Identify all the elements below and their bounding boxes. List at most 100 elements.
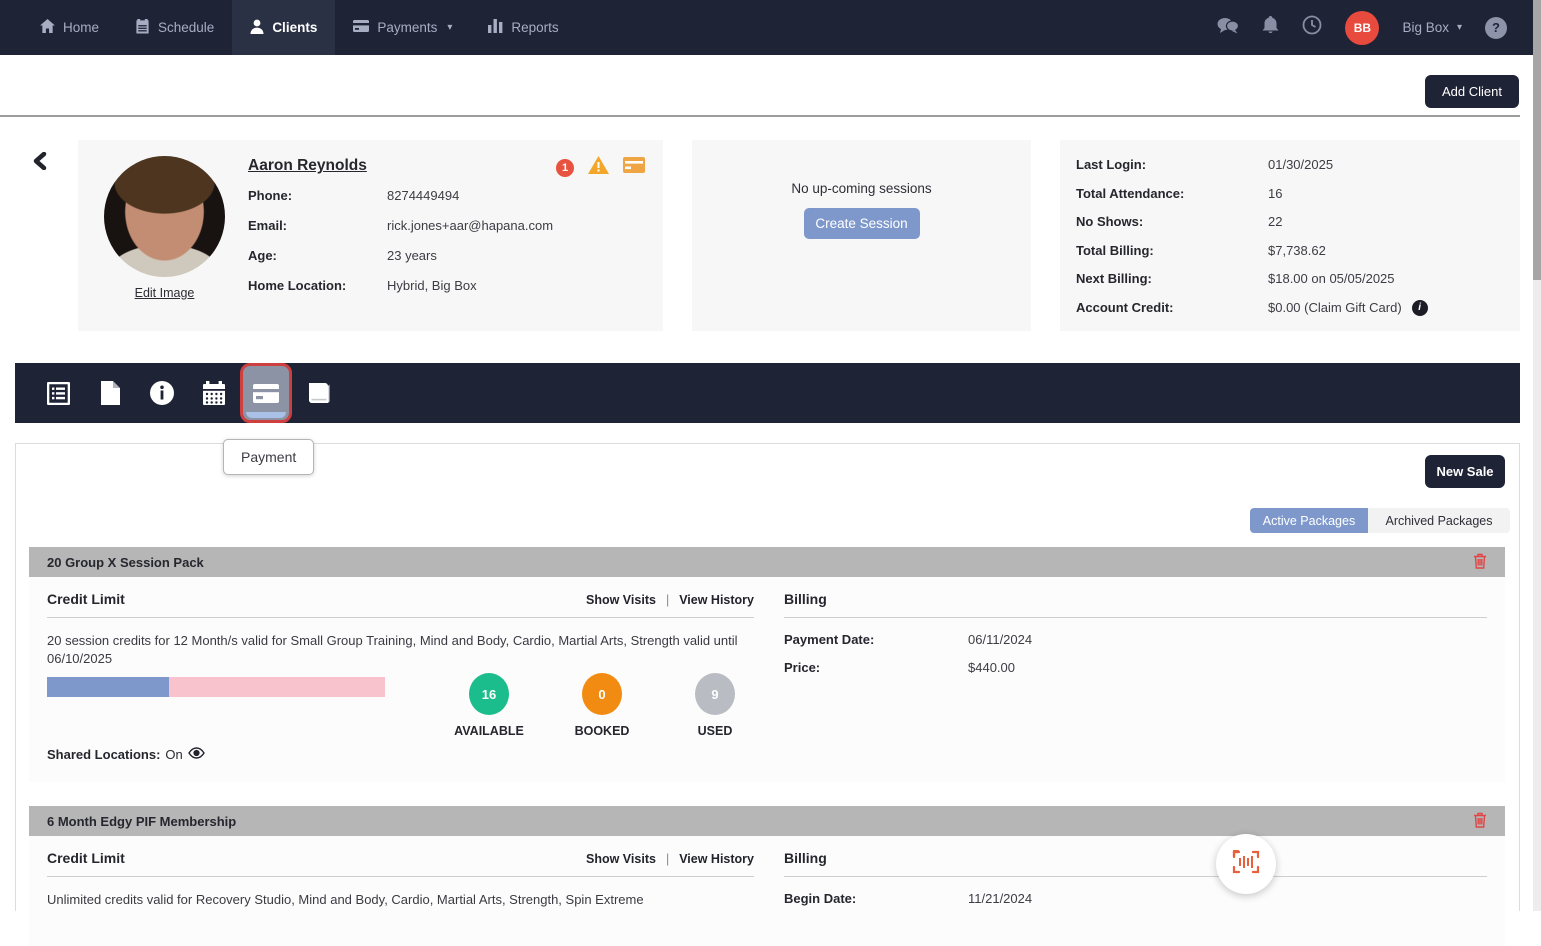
main-nav: Home Schedule Clients Payments ▾ Reports	[0, 0, 577, 55]
show-visits-link[interactable]: Show Visits	[586, 852, 656, 866]
notifications-icon[interactable]	[1262, 16, 1279, 40]
tab-payment-icon[interactable]	[240, 363, 292, 423]
stat-last-login: Last Login: 01/30/2025	[1076, 157, 1504, 172]
account-name-label: Big Box	[1402, 20, 1449, 35]
counter-booked: 0 BOOKED	[564, 673, 640, 738]
view-history-link[interactable]: View History	[679, 593, 754, 607]
billing-title: Billing	[784, 850, 827, 866]
delete-package-button[interactable]	[1473, 553, 1487, 572]
payments-icon	[353, 20, 369, 35]
nav-label: Home	[63, 20, 99, 35]
package-header: 6 Month Edgy PIF Membership	[29, 806, 1505, 836]
links-separator: |	[666, 852, 669, 866]
trash-icon	[1473, 812, 1487, 831]
package-title: 6 Month Edgy PIF Membership	[47, 814, 236, 829]
nav-item-clients[interactable]: Clients	[232, 0, 335, 55]
tab-notes-icon[interactable]	[84, 363, 136, 423]
upcoming-sessions-card: No up-coming sessions Create Session	[692, 140, 1031, 331]
package-card-group-x: 20 Group X Session Pack Credit Limit Sho…	[29, 547, 1505, 782]
field-phone: Phone: 8274449494	[248, 188, 553, 203]
counter-used: 9 USED	[677, 673, 753, 738]
shared-locations-row: Shared Locations: On	[47, 747, 205, 762]
show-visits-link[interactable]: Show Visits	[586, 593, 656, 607]
header-divider	[0, 115, 1520, 117]
billing-payment-date: Payment Date: 06/11/2024	[784, 632, 1032, 647]
credits-progress-fill	[47, 677, 169, 697]
scrollbar-thumb[interactable]	[1533, 0, 1541, 280]
back-button[interactable]	[28, 150, 52, 174]
reports-icon	[488, 19, 503, 36]
field-home-location: Home Location: Hybrid, Big Box	[248, 278, 553, 293]
barcode-scan-button[interactable]	[1216, 834, 1276, 894]
help-icon[interactable]: ?	[1485, 17, 1507, 39]
credit-limit-title: Credit Limit	[47, 591, 125, 607]
client-badges: 1	[556, 156, 645, 179]
nav-label: Payments	[377, 20, 437, 35]
delete-package-button[interactable]	[1473, 812, 1487, 831]
billing-card-icon[interactable]	[623, 157, 645, 178]
history-clock-icon[interactable]	[1302, 15, 1322, 40]
chevron-down-icon: ▾	[1457, 22, 1462, 33]
credit-limit-title: Credit Limit	[47, 850, 125, 866]
nav-item-reports[interactable]: Reports	[470, 0, 576, 55]
payment-tooltip: Payment	[223, 439, 314, 475]
tab-archived-packages[interactable]: Archived Packages	[1368, 508, 1510, 533]
nav-item-payments[interactable]: Payments ▾	[335, 0, 470, 55]
package-body: Credit Limit Show Visits | View History …	[29, 836, 1505, 946]
stat-next-billing: Next Billing: $18.00 on 05/05/2025	[1076, 271, 1504, 286]
billing-price: Price: $440.00	[784, 660, 1015, 675]
add-client-button[interactable]: Add Client	[1425, 75, 1519, 108]
client-photo	[104, 156, 225, 277]
nav-label: Clients	[272, 20, 317, 35]
client-summary-card: Edit Image Aaron Reynolds 1 Phone: 82744…	[78, 140, 663, 331]
eye-icon[interactable]	[188, 747, 205, 762]
info-icon[interactable]: i	[1412, 300, 1428, 316]
navbar-actions: BB Big Box ▾ ?	[1217, 0, 1541, 55]
stat-account-credit: Account Credit: $0.00 (Claim Gift Card) …	[1076, 300, 1504, 316]
edit-image-link[interactable]: Edit Image	[104, 286, 225, 300]
client-name-link[interactable]: Aaron Reynolds	[248, 157, 367, 175]
credits-progress-bar	[47, 677, 385, 697]
tab-book-icon[interactable]	[292, 363, 344, 423]
package-card-pif-membership: 6 Month Edgy PIF Membership Credit Limit…	[29, 806, 1505, 946]
billing-title: Billing	[784, 591, 827, 607]
client-stats-card: Last Login: 01/30/2025 Total Attendance:…	[1060, 140, 1520, 331]
tab-info-icon[interactable]	[136, 363, 188, 423]
scrollbar-track[interactable]	[1533, 0, 1541, 911]
stat-total-billing: Total Billing: $7,738.62	[1076, 243, 1504, 258]
payment-packages-panel: New Sale Active Packages Archived Packag…	[15, 443, 1520, 911]
top-navbar: Home Schedule Clients Payments ▾ Reports…	[0, 0, 1541, 55]
create-session-button[interactable]: Create Session	[804, 208, 920, 239]
field-age: Age: 23 years	[248, 248, 553, 263]
nav-item-schedule[interactable]: Schedule	[117, 0, 232, 55]
tab-schedule-icon[interactable]	[188, 363, 240, 423]
tab-active-packages[interactable]: Active Packages	[1250, 508, 1368, 533]
package-title: 20 Group X Session Pack	[47, 555, 204, 570]
links-separator: |	[666, 593, 669, 607]
field-email: Email: rick.jones+aar@hapana.com	[248, 218, 553, 233]
new-sale-button[interactable]: New Sale	[1425, 455, 1505, 488]
package-body: Credit Limit Show Visits | View History …	[29, 577, 1505, 782]
chevron-down-icon: ▾	[447, 22, 452, 33]
client-tabs-toolbar	[15, 363, 1520, 423]
account-menu[interactable]: Big Box ▾	[1402, 20, 1462, 35]
nav-item-home[interactable]: Home	[22, 0, 117, 55]
avatar[interactable]: BB	[1345, 11, 1379, 45]
tab-list-icon[interactable]	[32, 363, 84, 423]
stat-total-attendance: Total Attendance: 16	[1076, 186, 1504, 201]
trash-icon	[1473, 553, 1487, 572]
stat-no-shows: No Shows: 22	[1076, 214, 1504, 229]
no-sessions-text: No up-coming sessions	[791, 181, 931, 196]
divider	[47, 617, 754, 618]
clients-icon	[250, 19, 264, 37]
counter-available: 16 AVAILABLE	[451, 673, 527, 738]
payment-tab-active-strip	[246, 412, 286, 418]
messages-icon[interactable]	[1217, 17, 1239, 39]
barcode-scan-icon	[1231, 850, 1261, 879]
divider	[47, 876, 754, 877]
view-history-link[interactable]: View History	[679, 852, 754, 866]
warning-icon[interactable]	[588, 156, 609, 179]
client-fields: Phone: 8274449494 Email: rick.jones+aar@…	[248, 188, 553, 308]
divider	[784, 617, 1487, 618]
alert-count-badge[interactable]: 1	[556, 159, 574, 177]
